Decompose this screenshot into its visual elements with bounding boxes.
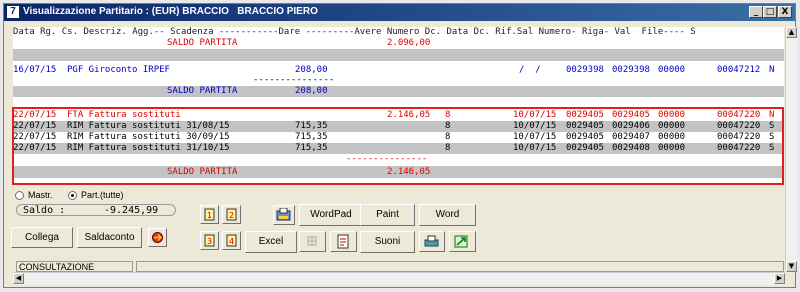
saldo-partita-row[interactable]: SALDO PARTITA 2.096,00 [13, 38, 784, 49]
status-panel [136, 261, 784, 272]
separator-row: --------------- [253, 75, 335, 85]
saldaconto-button[interactable]: Saldaconto [77, 227, 142, 248]
wordpad-button[interactable]: WordPad [299, 204, 363, 226]
grid-header: Data Rg. Cs. Descriz. Agg.-- Scadenza --… [13, 27, 696, 37]
mastr-radio[interactable] [15, 191, 24, 200]
svg-text:2: 2 [229, 211, 234, 220]
restore-button[interactable]: □ [763, 6, 777, 18]
printer-icon[interactable] [419, 231, 445, 252]
part-label: Part.(tutte) [81, 190, 124, 200]
window-title: Visualizzazione Partitario : (EUR) BRACC… [23, 6, 318, 17]
print-preview-icon[interactable] [273, 205, 295, 225]
word-button[interactable]: Word [419, 204, 476, 226]
avere-cell: 2.096,00 [387, 38, 431, 48]
highlight-box [12, 107, 784, 185]
saldo-caption: Saldo : [23, 205, 66, 216]
saldo-partita-row[interactable]: SALDO PARTITA 208,00 [13, 86, 784, 97]
vertical-scrollbar[interactable]: ▲ ▼ [785, 27, 797, 272]
saldo-value: -9.245,99 [104, 205, 159, 216]
suoni-button[interactable]: Suoni [360, 231, 415, 253]
fourth-page-icon[interactable]: 4 [222, 231, 241, 250]
mastr-label: Mastr. [28, 190, 53, 200]
pdf-icon[interactable] [330, 231, 357, 252]
minimize-button[interactable]: _ [749, 6, 763, 18]
title-bar[interactable]: 7 Visualizzazione Partitario : (EUR) BRA… [4, 4, 795, 21]
scroll-right-icon[interactable]: ▶ [774, 273, 785, 284]
scroll-down-icon[interactable]: ▼ [786, 261, 797, 272]
part-radio[interactable] [68, 191, 77, 200]
collega-button[interactable]: Collega [11, 227, 73, 248]
saldo-label: SALDO PARTITA [167, 38, 238, 48]
svg-text:3: 3 [207, 237, 212, 246]
saldo-label: SALDO PARTITA [167, 86, 238, 96]
scroll-up-icon[interactable]: ▲ [786, 27, 797, 38]
first-page-icon[interactable]: 1 [200, 205, 219, 224]
saldo-display: Saldo : -9.245,99 [16, 204, 176, 216]
horizontal-scrollbar[interactable]: ◀ ▶ [13, 272, 785, 285]
svg-text:4: 4 [229, 237, 234, 246]
paint-button[interactable]: Paint [360, 204, 415, 226]
status-mode: CONSULTAZIONE [16, 261, 133, 272]
refresh-icon[interactable] [148, 228, 167, 247]
partitario-window: 7 Visualizzazione Partitario : (EUR) BRA… [3, 3, 797, 288]
second-page-icon[interactable]: 2 [222, 205, 241, 224]
excel-button[interactable]: Excel [245, 231, 297, 253]
close-button[interactable]: X [778, 6, 792, 18]
grid-icon[interactable] [299, 231, 326, 252]
app-icon: 7 [7, 6, 19, 18]
dare-cell: 208,00 [295, 86, 328, 96]
third-page-icon[interactable]: 3 [200, 231, 219, 250]
scroll-left-icon[interactable]: ◀ [13, 273, 24, 284]
export-arrow-icon[interactable] [449, 231, 476, 252]
svg-text:1: 1 [207, 211, 212, 220]
